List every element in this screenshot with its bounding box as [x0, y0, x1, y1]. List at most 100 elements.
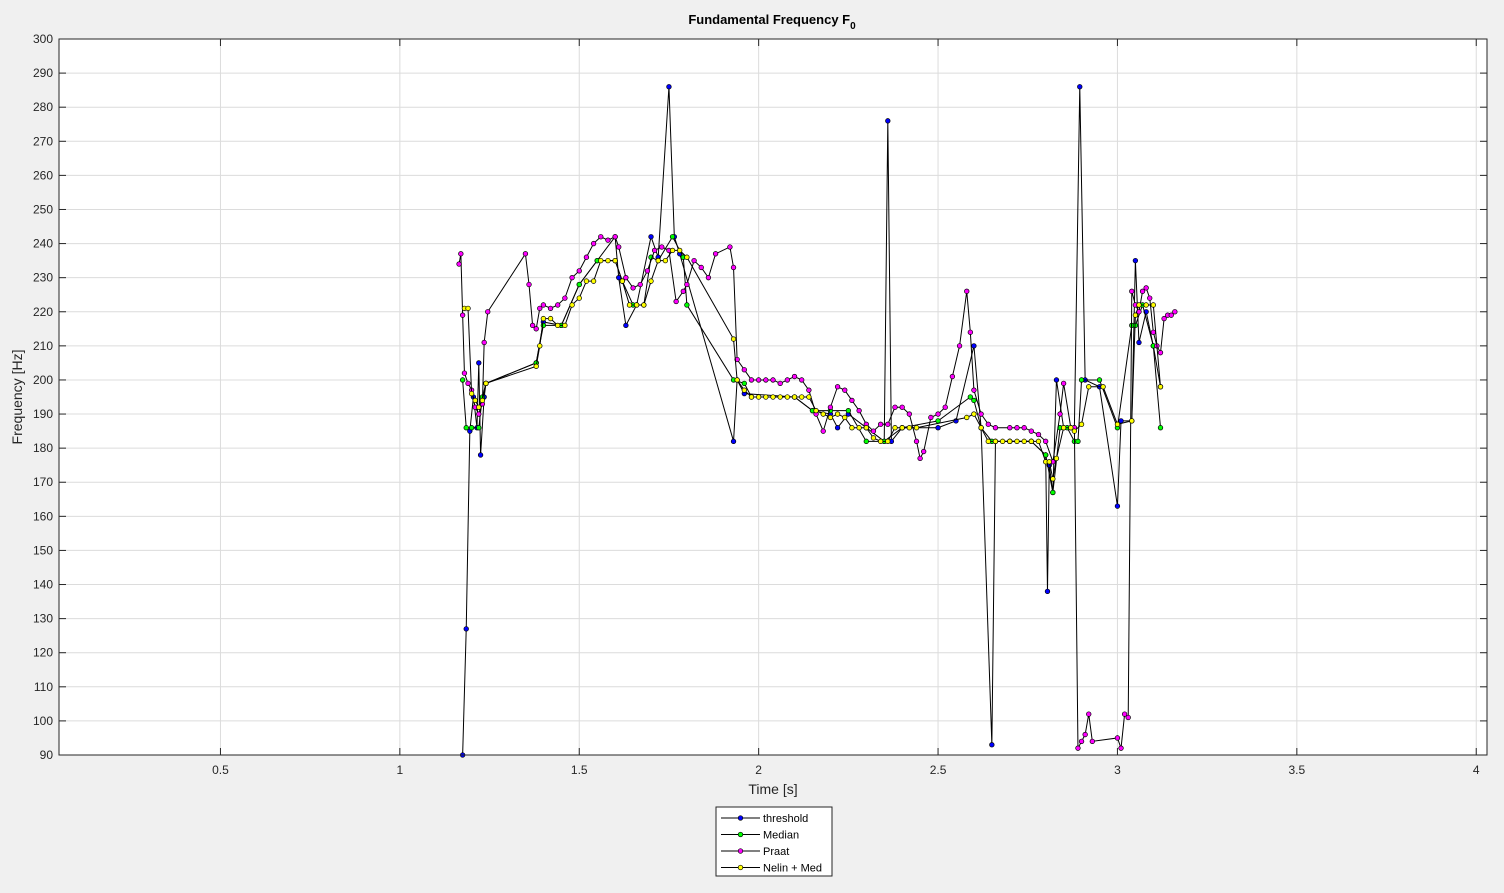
- data-point-praat: [913, 438, 920, 444]
- data-point-threshold: [885, 118, 891, 124]
- data-point-nelin-med: [540, 315, 547, 322]
- data-point-nelin-med: [662, 257, 669, 264]
- data-point-threshold: [1132, 257, 1139, 264]
- data-point-nelin-med: [537, 343, 543, 349]
- data-point-nelin-med: [964, 414, 970, 421]
- y-tick-label: 100: [33, 714, 53, 728]
- x-axis-label: Time [s]: [748, 781, 797, 797]
- data-point-praat: [680, 288, 686, 294]
- data-point-median: [1075, 438, 1081, 444]
- data-point-nelin-med: [834, 411, 841, 417]
- x-tick-label: 1.5: [571, 763, 588, 777]
- y-tick-label: 90: [40, 748, 54, 762]
- data-point-nelin-med: [799, 394, 805, 400]
- data-point-nelin-med: [856, 425, 862, 431]
- y-tick-label: 180: [33, 441, 53, 455]
- data-point-praat: [820, 428, 826, 434]
- data-point-nelin-med: [648, 278, 654, 284]
- data-point-praat: [1014, 425, 1020, 431]
- y-tick-label: 270: [33, 134, 53, 148]
- data-point-praat: [1172, 309, 1178, 315]
- data-point-praat: [1028, 428, 1034, 434]
- data-point-nelin-med: [472, 397, 478, 404]
- data-point-median: [1050, 489, 1056, 496]
- data-point-praat: [978, 411, 984, 417]
- data-point-praat: [1121, 711, 1128, 717]
- data-point-threshold: [730, 438, 737, 444]
- data-point-praat: [985, 421, 991, 427]
- data-point-nelin-med: [1021, 438, 1027, 444]
- data-point-praat: [616, 244, 622, 250]
- data-point-praat: [555, 302, 561, 308]
- data-point-praat: [1168, 312, 1174, 318]
- data-point-nelin-med: [626, 302, 633, 308]
- data-point-praat: [741, 367, 747, 373]
- data-point-praat: [476, 411, 482, 417]
- data-point-praat: [1139, 288, 1146, 294]
- data-point-praat: [949, 373, 956, 380]
- data-point-praat: [885, 421, 891, 427]
- data-point-praat: [1143, 285, 1149, 291]
- data-point-nelin-med: [756, 394, 762, 400]
- data-point-nelin-med: [590, 278, 597, 284]
- data-point-nelin-med: [730, 336, 737, 342]
- data-point-nelin-med: [1100, 384, 1106, 390]
- legend-marker: [737, 848, 744, 854]
- y-tick-label: 240: [33, 237, 53, 251]
- data-point-praat: [456, 261, 462, 267]
- data-point-praat: [1114, 735, 1121, 741]
- data-point-nelin-med: [562, 322, 568, 329]
- data-point-nelin-med: [1132, 312, 1139, 318]
- data-point-praat: [637, 281, 643, 288]
- y-tick-label: 260: [33, 168, 53, 182]
- data-point-praat: [1086, 711, 1092, 717]
- y-tick-label: 190: [33, 407, 53, 421]
- data-point-praat: [659, 244, 665, 250]
- data-point-median: [576, 281, 582, 288]
- data-point-nelin-med: [849, 425, 855, 431]
- legend[interactable]: threshold Median Praat Nelin + Med: [715, 806, 833, 877]
- legend-label: Praat: [763, 846, 789, 858]
- y-tick-label: 130: [33, 612, 53, 626]
- data-point-praat: [590, 240, 597, 247]
- data-point-nelin-med: [906, 425, 912, 431]
- data-point-nelin-med: [605, 257, 611, 264]
- data-point-nelin-med: [1028, 438, 1034, 444]
- data-point-praat: [526, 281, 532, 288]
- data-point-nelin-med: [669, 247, 676, 254]
- data-point-nelin-med: [555, 322, 561, 329]
- data-point-nelin-med: [583, 278, 590, 284]
- data-point-praat: [1147, 295, 1153, 301]
- data-point-praat: [612, 234, 618, 240]
- data-point-praat: [459, 312, 466, 318]
- data-point-threshold: [1114, 503, 1121, 509]
- data-point-praat: [691, 257, 697, 264]
- data-point-praat: [1043, 438, 1049, 444]
- data-point-praat: [630, 285, 636, 291]
- y-tick-label: 120: [33, 646, 53, 660]
- data-point-praat: [921, 448, 927, 455]
- data-point-nelin-med: [748, 394, 755, 400]
- data-point-nelin-med: [770, 394, 776, 400]
- data-point-praat: [562, 295, 568, 301]
- chart: 0.5 1 1.5 2 2.5 3 3.5 4 90 100 110 120 130 140 150 160 1…: [0, 0, 1504, 888]
- data-point-praat: [748, 377, 755, 383]
- data-point-praat: [1118, 745, 1124, 751]
- data-point-nelin-med: [468, 390, 475, 397]
- data-point-nelin-med: [598, 257, 604, 264]
- data-point-nelin-med: [1068, 425, 1074, 431]
- data-point-nelin-med: [827, 414, 834, 421]
- data-point-praat: [569, 275, 575, 281]
- data-point-praat: [877, 421, 884, 427]
- data-point-median: [476, 425, 482, 431]
- legend-label: threshold: [763, 813, 808, 825]
- data-point-praat: [1129, 288, 1135, 294]
- data-point-praat: [842, 387, 848, 393]
- data-point-nelin-med: [1078, 421, 1085, 427]
- data-point-median: [1157, 425, 1164, 431]
- data-point-nelin-med: [813, 407, 819, 414]
- data-point-threshold: [648, 234, 654, 240]
- data-point-threshold: [1136, 339, 1142, 346]
- data-point-threshold: [935, 425, 941, 431]
- data-point-median: [468, 425, 475, 431]
